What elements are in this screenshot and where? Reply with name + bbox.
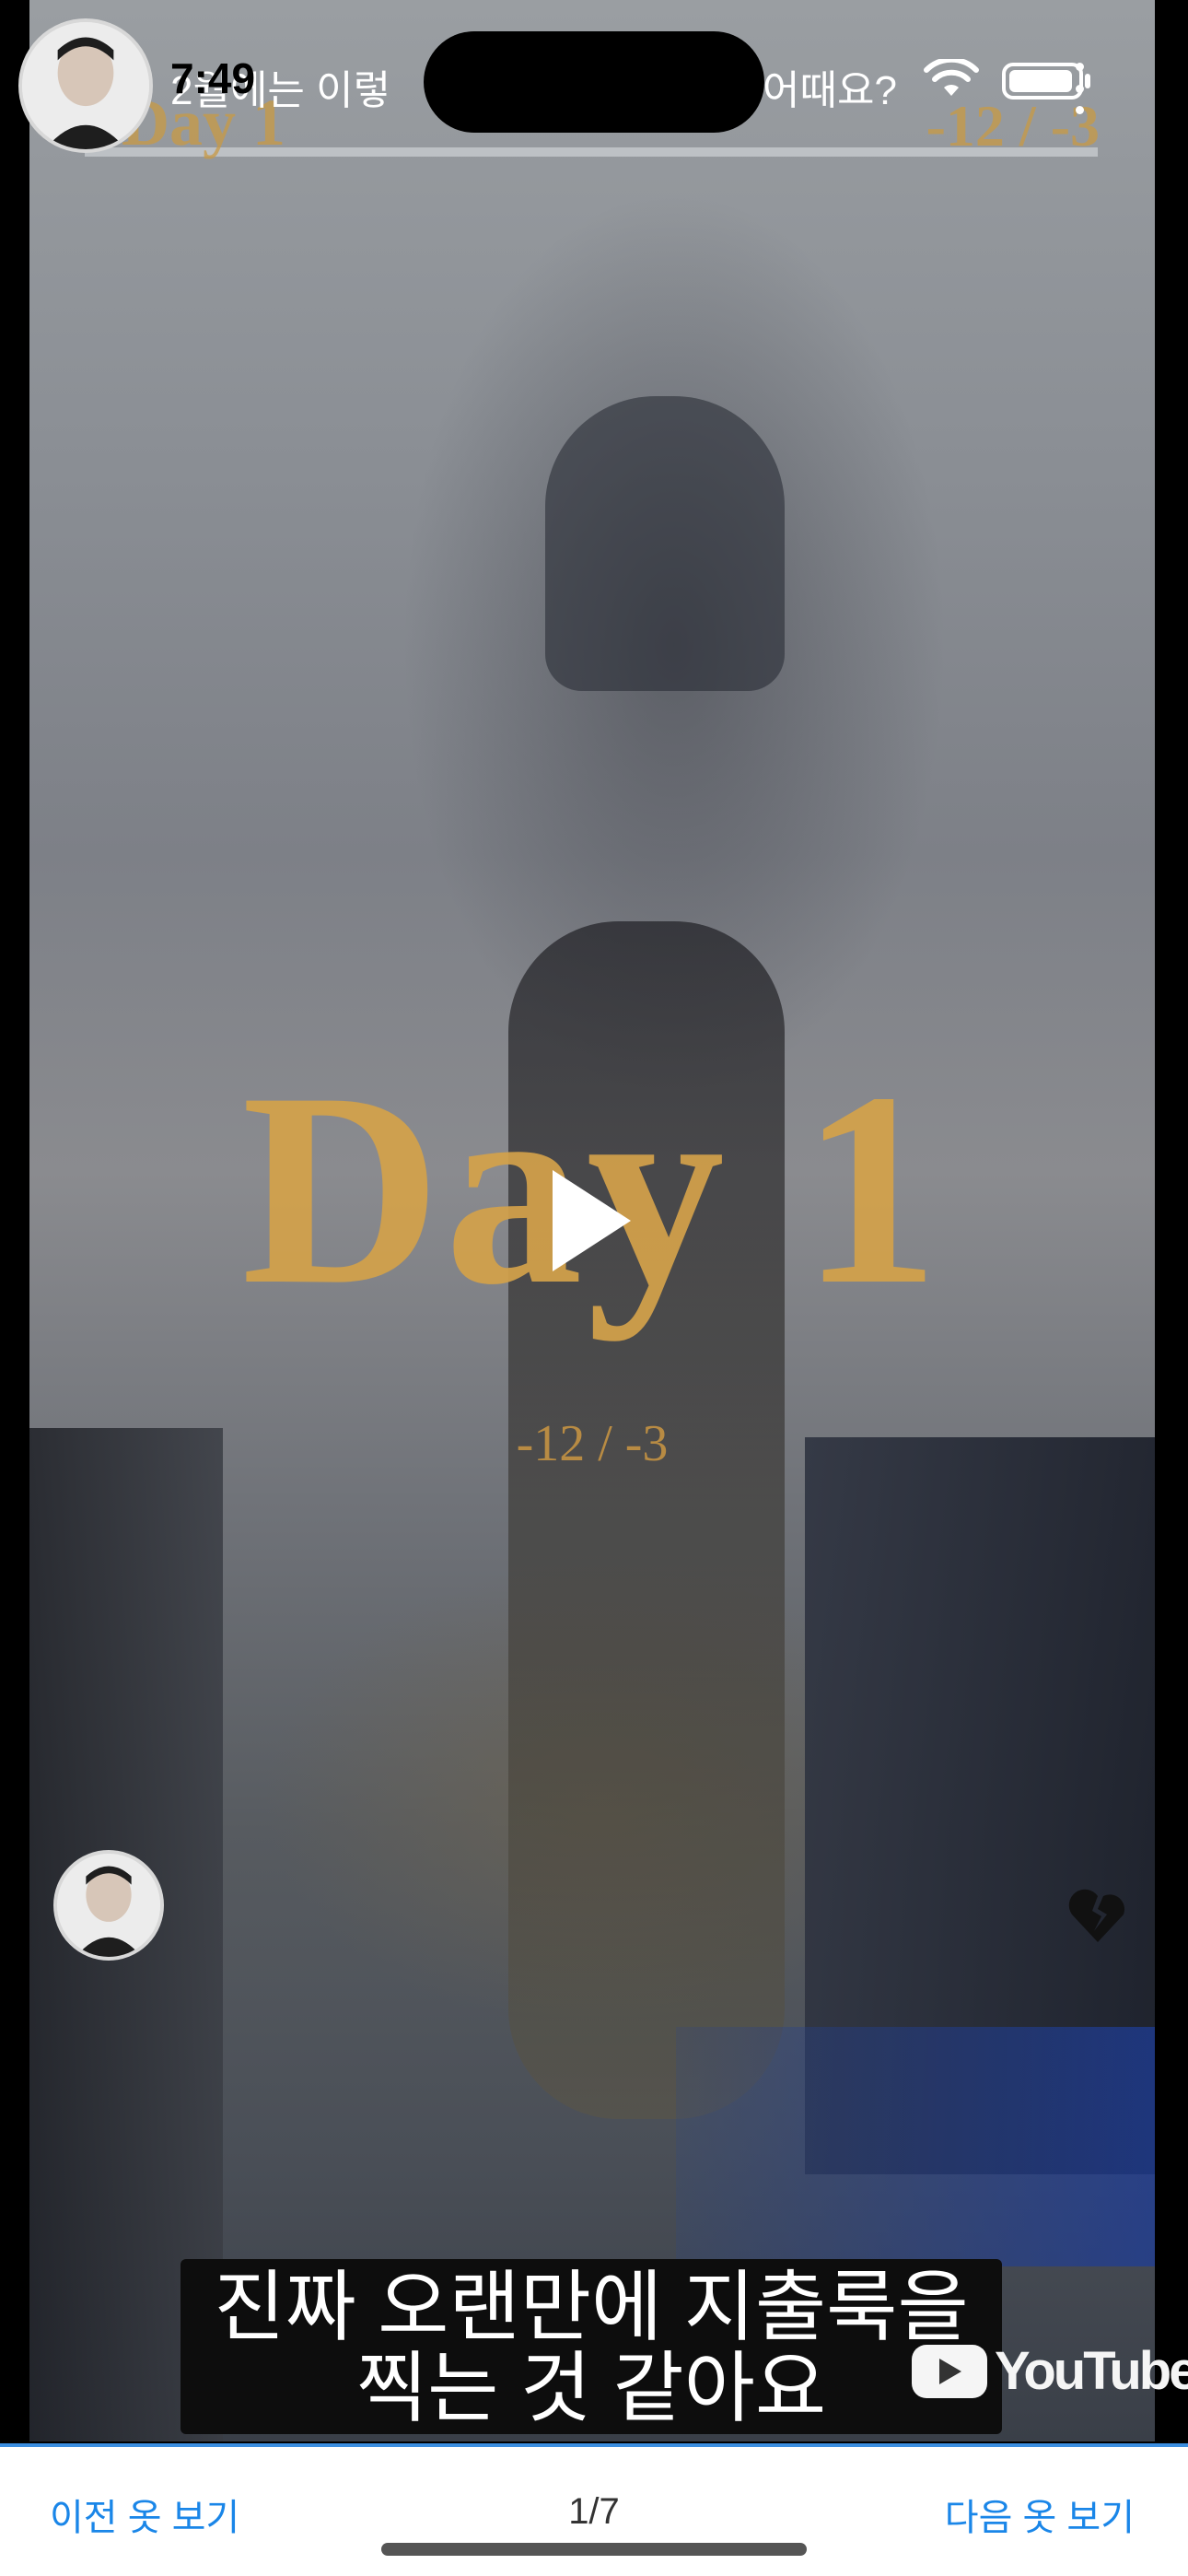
subtitle-line-2: 찍는 것 같아요 — [355, 2345, 827, 2431]
avatar-face-icon — [57, 1854, 160, 1957]
youtube-logo[interactable]: YouTube — [912, 2340, 1188, 2402]
youtube-logo-icon — [912, 2344, 987, 2398]
bottom-nav: 이전 옷 보기 1/7 다음 옷 보기 — [0, 2443, 1188, 2576]
wifi-icon — [924, 59, 979, 96]
video-frame-blue-area — [676, 2027, 1155, 2266]
broken-heart-icon[interactable] — [1066, 1887, 1129, 1944]
overlay-temp-big: -12 / -3 — [516, 1415, 669, 1472]
next-outfit-button[interactable]: 다음 옷 보기 — [945, 2488, 1135, 2541]
avatar[interactable] — [18, 18, 153, 153]
subtitle-line-1: 진짜 오랜만에 지출룩을 — [214, 2264, 969, 2350]
video-subtitle: 진짜 오랜만에 지출룩을 찍는 것 같아요 — [181, 2259, 1002, 2434]
video-title-right: 어때요? — [763, 68, 897, 113]
channel-avatar[interactable] — [53, 1850, 164, 1961]
video-frame-person — [545, 396, 785, 691]
battery-icon — [1002, 63, 1083, 100]
youtube-wordmark: YouTube — [995, 2341, 1188, 2401]
home-indicator[interactable] — [381, 2543, 807, 2556]
dynamic-island — [424, 31, 764, 133]
more-icon[interactable] — [1072, 63, 1087, 114]
play-icon[interactable] — [553, 1170, 631, 1271]
status-time: 7:49 — [170, 54, 256, 102]
avatar-face-icon — [22, 22, 149, 149]
